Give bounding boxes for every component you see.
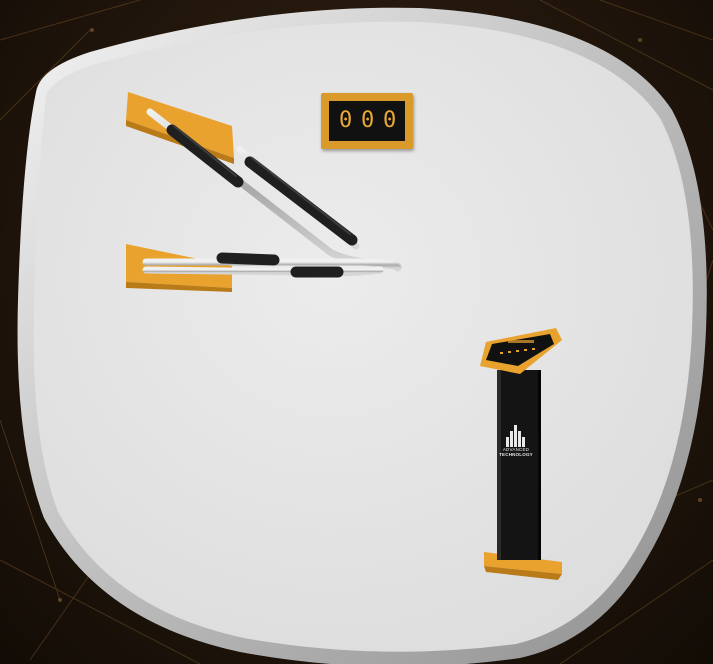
brand-logo: ADVANCED TECHNOLOGY xyxy=(496,425,536,485)
counter-display: 0 0 0 xyxy=(321,93,413,149)
counter-digit: 0 xyxy=(339,108,353,133)
counter-digit: 0 xyxy=(383,108,397,133)
brand-line2: TECHNOLOGY xyxy=(499,452,533,457)
counter-screen: 0 0 0 xyxy=(329,101,405,141)
counter-digit: 0 xyxy=(361,108,375,133)
scene: 0 0 0 ADVANCED TECHNOLOGY xyxy=(0,0,713,664)
advanced-technology-logo-icon xyxy=(506,425,525,447)
